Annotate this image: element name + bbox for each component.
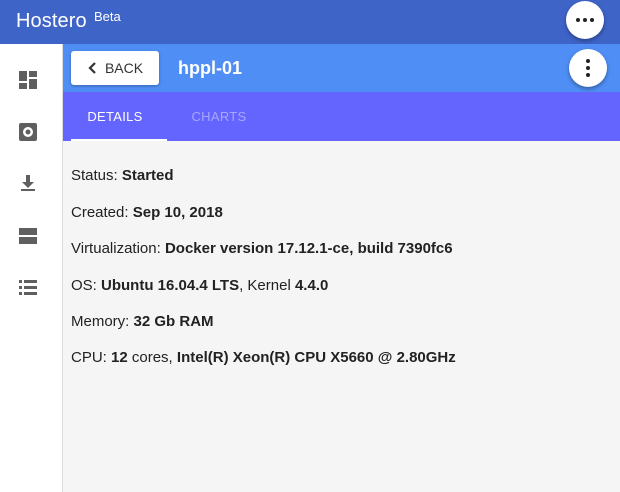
cpu-cores-suffix: cores, — [131, 349, 173, 366]
dashboard-icon[interactable] — [18, 70, 38, 90]
host-title: hppl-01 — [178, 58, 243, 78]
tab-details[interactable]: DETAILS — [63, 92, 167, 141]
virtualization-row: Virtualization: Docker version 17.12.1-c… — [71, 240, 453, 257]
tab-charts-label: CHARTS — [191, 109, 247, 124]
more-horizontal-icon — [576, 18, 594, 22]
cpu-label: CPU: — [71, 349, 107, 366]
created-label: Created: — [71, 204, 129, 221]
tab-details-label: DETAILS — [87, 109, 143, 124]
host-more-button[interactable] — [569, 49, 607, 87]
os-label: OS: — [71, 277, 97, 294]
app-more-button[interactable] — [566, 1, 604, 39]
beta-badge: Beta — [94, 9, 121, 24]
host-header: BACK hppl-01 — [63, 44, 620, 92]
tab-bar: DETAILS CHARTS — [63, 92, 620, 141]
cpu-model: Intel(R) Xeon(R) CPU X5660 @ 2.80GHz — [176, 349, 456, 366]
cpu-cores: 12 — [111, 349, 128, 366]
kernel-value: 4.4.0 — [294, 277, 329, 294]
more-vertical-icon — [586, 59, 590, 77]
chevron-left-icon — [88, 62, 96, 74]
server-icon[interactable] — [18, 226, 38, 246]
back-button-label: BACK — [104, 60, 144, 76]
created-row: Created: Sep 10, 2018 — [71, 204, 223, 221]
tab-charts[interactable]: CHARTS — [167, 92, 271, 141]
virtualization-value: Docker version 17.12.1-ce, build 7390fc6 — [164, 240, 453, 257]
memory-row: Memory: 32 Gb RAM — [71, 313, 214, 330]
os-value: Ubuntu 16.04.4 LTS — [101, 277, 240, 294]
back-button[interactable]: BACK — [71, 51, 159, 85]
created-value: Sep 10, 2018 — [132, 204, 223, 221]
download-icon[interactable] — [18, 173, 38, 193]
virtualization-label: Virtualization: — [71, 240, 161, 257]
status-label: Status: — [71, 167, 118, 184]
app-bar: Hostero Beta — [0, 0, 620, 44]
sidebar — [0, 44, 63, 492]
settings-icon[interactable] — [18, 122, 38, 142]
details-panel: Status: Started Created: Sep 10, 2018 Vi… — [63, 141, 620, 492]
list-icon[interactable] — [18, 278, 38, 298]
memory-value: 32 Gb RAM — [133, 313, 214, 330]
kernel-label: , Kernel — [239, 277, 291, 294]
memory-label: Memory: — [71, 313, 130, 330]
status-value: Started — [121, 167, 174, 184]
app-title: Hostero — [16, 10, 87, 32]
cpu-row: CPU: 12 cores, Intel(R) Xeon(R) CPU X566… — [71, 349, 456, 366]
os-row: OS: Ubuntu 16.04.4 LTS, Kernel 4.4.0 — [71, 277, 328, 294]
status-row: Status: Started — [71, 167, 174, 184]
